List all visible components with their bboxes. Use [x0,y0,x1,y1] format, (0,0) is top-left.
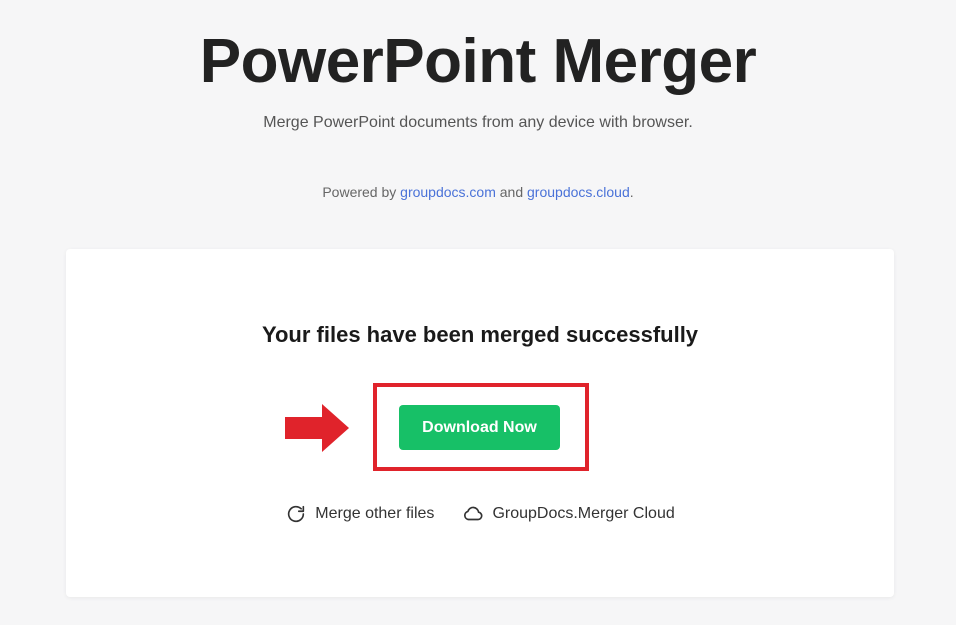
merge-other-files-link[interactable]: Merge other files [285,503,434,525]
powered-suffix: . [629,184,634,200]
success-message: Your files have been merged successfully [261,322,699,347]
refresh-icon [288,505,305,523]
page-subtitle: Merge PowerPoint documents from any devi… [263,114,693,131]
groupdocs-merger-cloud-label: GroupDocs.Merger Cloud [492,505,675,522]
page-title: PowerPoint Merger [199,27,757,96]
powered-middle: and [495,184,528,200]
result-links: Merge other files GroupDocs.Merger Cloud [66,503,894,525]
cloud-icon [464,506,483,521]
page: PowerPoint Merger Merge PowerPoint docum… [0,0,956,625]
download-now-button[interactable]: Download Now [399,405,560,450]
result-card: Your files have been merged successfully… [66,249,894,597]
arrow-right-icon [285,404,349,452]
merge-other-files-label: Merge other files [315,505,435,522]
groupdocs-cloud-link[interactable]: groupdocs.cloud [527,184,630,200]
groupdocs-merger-cloud-link[interactable]: GroupDocs.Merger Cloud [462,503,675,525]
powered-by: Powered by groupdocs.com and groupdocs.c… [0,182,956,202]
groupdocs-com-link[interactable]: groupdocs.com [400,184,496,200]
powered-prefix: Powered by [322,184,401,200]
